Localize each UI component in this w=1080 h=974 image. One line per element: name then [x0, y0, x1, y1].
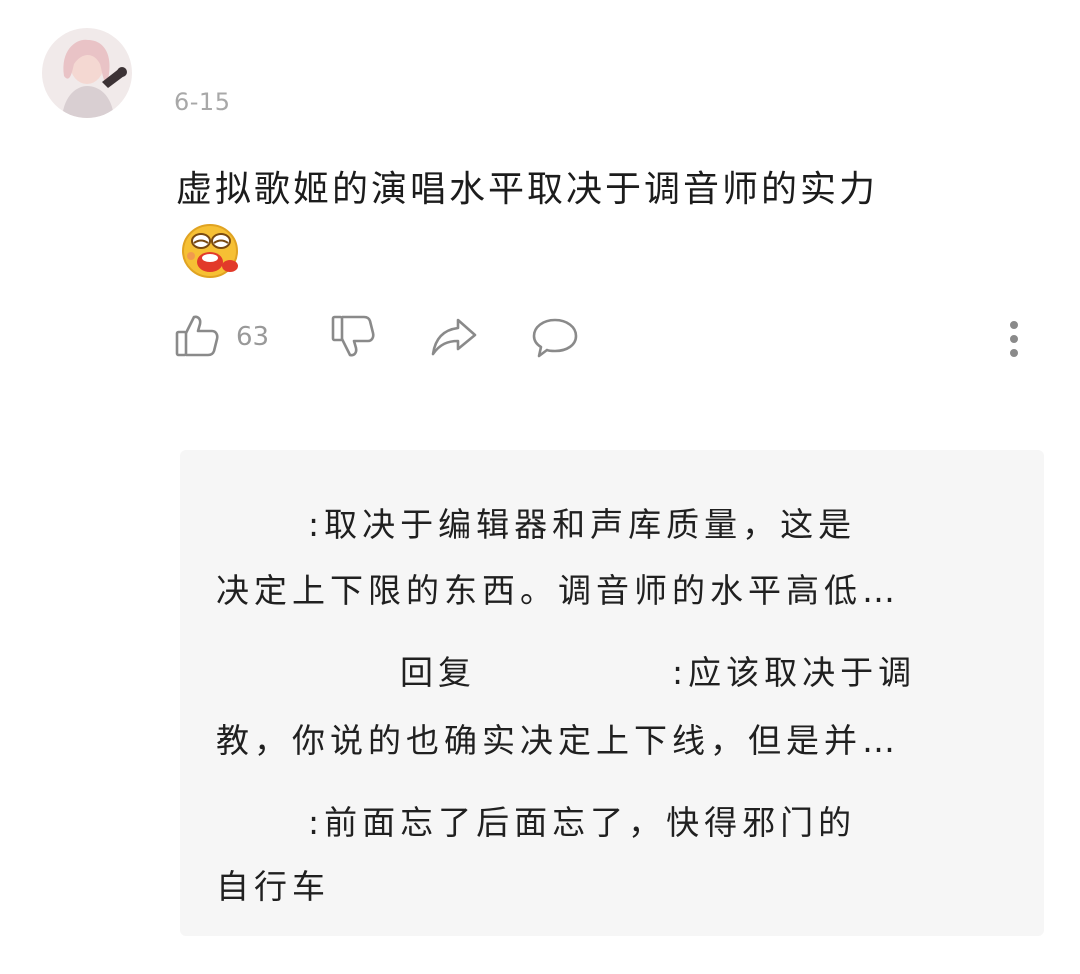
- reply-text: 决定上下限的东西。调音师的水平高低…: [216, 571, 900, 610]
- avatar[interactable]: [42, 28, 132, 118]
- thumbs-up-icon: [174, 312, 220, 362]
- thumbs-down-icon: [330, 315, 376, 364]
- reply-text: 自行车: [216, 867, 330, 906]
- reply-keyword: 回复: [400, 653, 476, 692]
- like-button[interactable]: 63: [174, 312, 269, 362]
- reply-button[interactable]: [530, 316, 580, 364]
- reply-thread[interactable]: :取决于编辑器和声库质量，这是 决定上下限的东西。调音师的水平高低… 回复 :应…: [180, 450, 1044, 936]
- laughing-face-emoji: [180, 222, 242, 280]
- like-count: 63: [236, 322, 270, 352]
- dislike-button[interactable]: [330, 314, 376, 364]
- more-button[interactable]: [998, 316, 1030, 364]
- share-button[interactable]: [430, 316, 478, 362]
- comment-bubble-icon: [530, 318, 580, 364]
- reply-text: :前面忘了后面忘了，快得邪门的: [308, 803, 857, 842]
- comment-text: 虚拟歌姬的演唱水平取决于调音师的实力: [176, 169, 879, 210]
- reply-text: 教，你说的也确实决定上下线，但是并…: [216, 721, 900, 760]
- reply-text: :应该取决于调: [672, 653, 917, 692]
- reply-text: :取决于编辑器和声库质量，这是: [308, 505, 857, 544]
- comment-date: 6-15: [174, 88, 231, 116]
- share-icon: [430, 318, 478, 362]
- more-vertical-icon: [998, 321, 1030, 368]
